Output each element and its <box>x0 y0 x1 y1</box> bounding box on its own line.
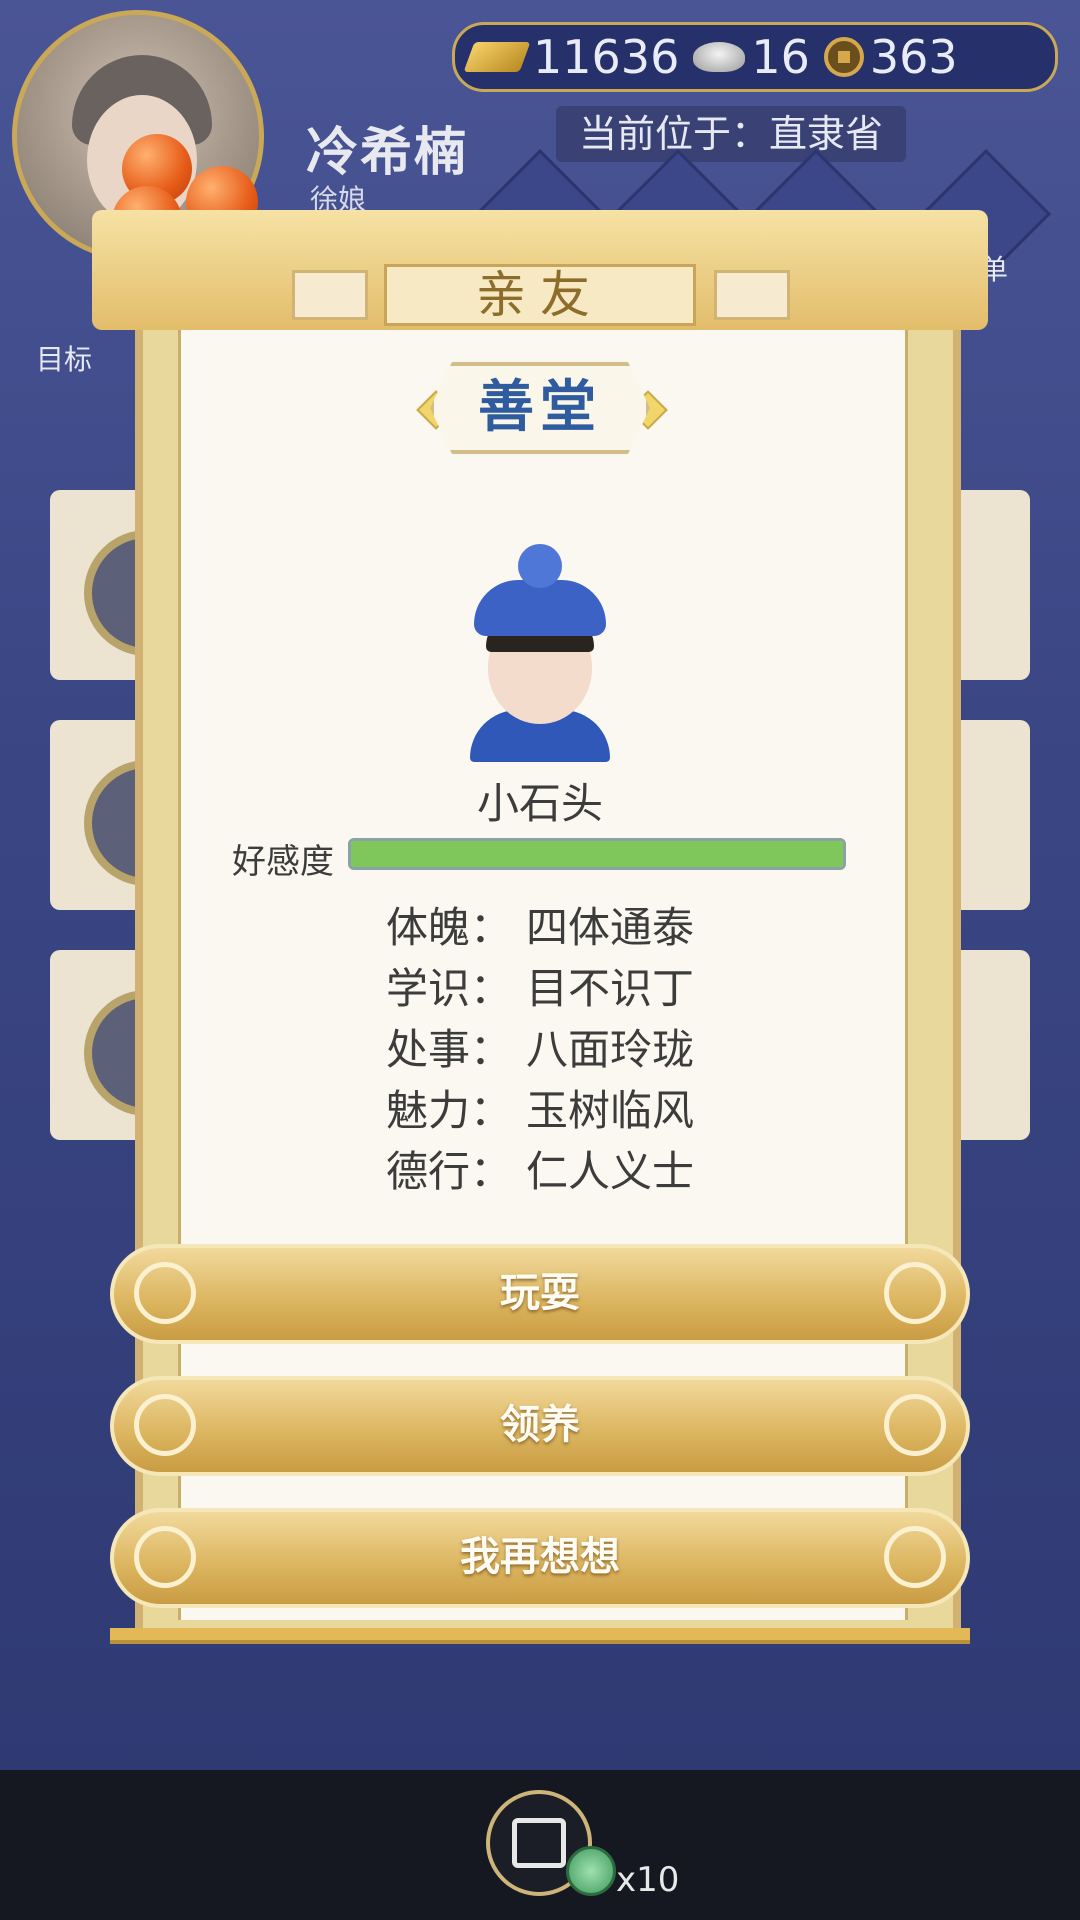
place-name: 善堂 <box>430 362 650 454</box>
attribute-key: 魅力： <box>386 1086 513 1135</box>
coin-currency: 363 <box>823 30 958 84</box>
silver-amount: 16 <box>751 30 810 84</box>
header-ornament <box>714 270 790 320</box>
character-hat-pom <box>518 544 562 588</box>
character-name: 小石头 <box>476 779 603 828</box>
copper-coin-icon <box>823 37 864 77</box>
silver-currency: 16 <box>693 30 810 84</box>
currency-bar: 11636 16 363 <box>452 22 1058 92</box>
cloud-swirl-icon <box>884 1394 946 1456</box>
cancel-button[interactable]: 我再想想 <box>110 1508 970 1608</box>
adopt-button-label: 领养 <box>500 1402 580 1448</box>
attribute-value: 四体通泰 <box>526 903 695 952</box>
gold-currency: 11636 <box>463 30 680 84</box>
attribute-value: 八面玲珑 <box>526 1025 695 1074</box>
attribute-value: 仁人义士 <box>526 1147 695 1196</box>
favor-bar <box>348 838 846 870</box>
gold-ingot-icon <box>463 42 531 72</box>
attribute-key: 德行： <box>386 1147 513 1196</box>
adopt-button[interactable]: 领养 <box>110 1376 970 1476</box>
silver-ingot-icon <box>693 42 746 72</box>
jade-token-icon <box>566 1846 616 1896</box>
attribute-value: 目不识丁 <box>526 964 695 1013</box>
character-hat <box>474 580 606 636</box>
cloud-swirl-icon <box>134 1262 196 1324</box>
attribute-key: 体魄： <box>386 903 513 952</box>
cloud-swirl-icon <box>884 1262 946 1324</box>
share-icon <box>512 1818 566 1868</box>
play-button[interactable]: 玩耍 <box>110 1244 970 1344</box>
attribute-key: 处事： <box>386 1025 513 1074</box>
favor-label: 好感度 <box>232 842 334 882</box>
gold-amount: 11636 <box>533 30 680 84</box>
share-reward-count: x10 <box>616 1860 680 1900</box>
attribute-row: 处事： 八面玲珑 <box>386 1016 694 1077</box>
attribute-row: 德行： 仁人义士 <box>386 1138 694 1199</box>
attribute-key: 学识： <box>386 964 513 1013</box>
dialog-footer <box>110 1628 970 1644</box>
play-button-label: 玩耍 <box>500 1270 580 1316</box>
attribute-row: 体魄： 四体通泰 <box>386 894 694 955</box>
dialog-title: 亲友 <box>384 264 696 326</box>
player-name: 冷希楠 <box>306 123 469 183</box>
character-portrait <box>468 540 612 762</box>
header-ornament <box>292 270 368 320</box>
favor-bar-fill <box>351 841 843 867</box>
cloud-swirl-icon <box>134 1526 196 1588</box>
attribute-value: 玉树临风 <box>526 1086 695 1135</box>
cancel-button-label: 我再想想 <box>460 1534 620 1580</box>
attribute-row: 魅力： 玉树临风 <box>386 1077 694 1138</box>
target-label: 目标 <box>36 343 93 376</box>
coin-amount: 363 <box>869 30 958 84</box>
cloud-swirl-icon <box>884 1526 946 1588</box>
attribute-row: 学识： 目不识丁 <box>386 955 694 1016</box>
location-label: 当前位于：直隶省 <box>556 106 906 162</box>
cloud-swirl-icon <box>134 1394 196 1456</box>
